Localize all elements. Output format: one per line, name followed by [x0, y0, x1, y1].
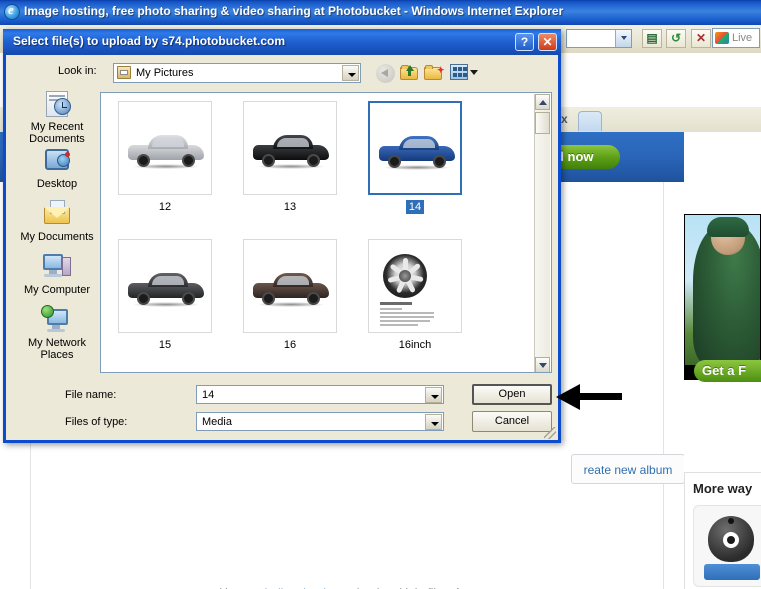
- get-a-free-button[interactable]: Get a F: [694, 360, 761, 382]
- place-label-line2: Documents: [29, 133, 85, 145]
- files-of-type-select[interactable]: Media: [196, 412, 444, 431]
- address-dropdown-icon[interactable]: [615, 30, 631, 47]
- scrollbar-thumb[interactable]: [535, 112, 550, 134]
- file-label-selected: 14: [367, 200, 463, 214]
- my-network-places-icon: [41, 305, 73, 335]
- file-label: 16: [283, 339, 297, 351]
- file-label: 15: [158, 339, 172, 351]
- car-image: [128, 273, 204, 307]
- right-rail: Get a F More way: [684, 132, 761, 589]
- new-folder-button[interactable]: ✦: [424, 64, 445, 82]
- file-item-16[interactable]: 16: [242, 239, 338, 351]
- webcam-tile[interactable]: [693, 505, 761, 587]
- file-thumbnail: [243, 239, 337, 333]
- place-label-line1: My Recent: [30, 121, 84, 133]
- look-in-chevron-down-icon[interactable]: [342, 65, 359, 81]
- file-thumbnail: [368, 101, 462, 195]
- browser-title: Image hosting, free photo sharing & vide…: [24, 4, 564, 18]
- cancel-button[interactable]: Cancel: [472, 411, 552, 432]
- files-of-type-label: Files of type:: [65, 416, 128, 428]
- ie-logo-icon: [4, 2, 20, 20]
- my-computer-icon: [41, 252, 73, 282]
- car-image: [379, 136, 455, 170]
- views-button[interactable]: [450, 64, 468, 80]
- files-of-type-chevron-down-icon[interactable]: [425, 414, 442, 430]
- live-search-box[interactable]: Live: [712, 28, 760, 48]
- webcam-icon: [708, 516, 754, 562]
- file-item-14[interactable]: 14: [367, 101, 463, 214]
- look-in-label: Look in:: [58, 65, 97, 77]
- place-label-line1: My Computer: [23, 284, 91, 296]
- alloy-wheel-icon: [383, 254, 427, 298]
- place-my-documents[interactable]: My Documents: [13, 199, 101, 243]
- address-bar[interactable]: [566, 29, 632, 48]
- car-image: [253, 273, 329, 307]
- superhero-ad-image[interactable]: [684, 214, 761, 380]
- file-label: 13: [283, 201, 297, 213]
- file-list-scrollbar[interactable]: [534, 94, 550, 372]
- dialog-title-bar[interactable]: Select file(s) to upload by s74.photobuc…: [3, 29, 561, 55]
- document-text-lines: [380, 302, 434, 328]
- edit-page-icon[interactable]: ▤: [642, 29, 662, 48]
- wheel-document-image: [377, 244, 437, 328]
- file-list-pane[interactable]: 12 13 14 15 16 16inch: [100, 92, 552, 373]
- file-label: 12: [158, 201, 172, 213]
- create-new-album-button[interactable]: reate new album: [571, 454, 685, 484]
- more-ways-title: More way: [693, 481, 753, 496]
- place-desktop[interactable]: Desktop: [13, 146, 101, 190]
- file-item-15[interactable]: 15: [117, 239, 213, 351]
- place-label-line1: Desktop: [36, 178, 78, 190]
- look-in-combobox[interactable]: My Pictures: [113, 63, 361, 83]
- car-image: [128, 135, 204, 169]
- views-chevron-down-icon[interactable]: [470, 70, 478, 75]
- place-label-line1: My Documents: [20, 231, 94, 243]
- car-image: [253, 135, 329, 169]
- help-button[interactable]: ?: [515, 33, 534, 51]
- webcam-base: [704, 564, 760, 580]
- file-item-16inch[interactable]: 16inch: [367, 239, 463, 351]
- file-name-input[interactable]: 14: [196, 385, 444, 404]
- pictures-folder-icon: [117, 66, 131, 79]
- place-my-network-places[interactable]: My Network Places: [13, 305, 101, 361]
- desktop-icon: [41, 146, 73, 176]
- file-thumbnail: [118, 239, 212, 333]
- file-thumbnail: [118, 101, 212, 195]
- up-one-level-button[interactable]: [400, 64, 420, 82]
- superhero-mask: [707, 217, 749, 237]
- scroll-up-button[interactable]: [535, 94, 550, 110]
- dialog-title: Select file(s) to upload by s74.photobuc…: [13, 34, 286, 48]
- scroll-down-button[interactable]: [535, 357, 550, 372]
- file-thumbnail: [368, 239, 462, 333]
- place-my-recent-documents[interactable]: My Recent Documents: [13, 89, 101, 145]
- look-in-value: My Pictures: [136, 67, 194, 79]
- my-documents-icon: [41, 199, 73, 229]
- my-recent-documents-icon: [41, 89, 73, 119]
- file-label: 16inch: [398, 339, 432, 351]
- file-item-12[interactable]: 12: [117, 101, 213, 213]
- more-ways-box: More way: [684, 472, 761, 589]
- close-button[interactable]: ✕: [538, 33, 557, 51]
- place-my-computer[interactable]: My Computer: [13, 252, 101, 296]
- resize-grip[interactable]: [544, 427, 556, 439]
- back-button: [376, 64, 395, 83]
- file-name-chevron-down-icon[interactable]: [425, 387, 442, 403]
- files-of-type-value: Media: [202, 416, 232, 428]
- pointer-arrow-annotation: [556, 384, 622, 410]
- place-label-line1: My Network: [27, 337, 87, 349]
- place-label-line2: Places: [40, 349, 74, 361]
- file-name-label: File name:: [65, 389, 117, 401]
- refresh-icon[interactable]: ↺: [666, 29, 686, 48]
- browser-title-bar: Image hosting, free photo sharing & vide…: [0, 0, 761, 25]
- windows-flag-icon: [715, 32, 729, 44]
- places-bar: My Recent Documents Desktop My Documents: [13, 89, 101, 369]
- file-thumbnail: [243, 101, 337, 195]
- open-button[interactable]: Open: [472, 384, 552, 405]
- file-name-value: 14: [202, 389, 215, 401]
- live-search-label: Live: [732, 32, 753, 44]
- file-item-13[interactable]: 13: [242, 101, 338, 213]
- stop-icon[interactable]: ✕: [691, 29, 711, 48]
